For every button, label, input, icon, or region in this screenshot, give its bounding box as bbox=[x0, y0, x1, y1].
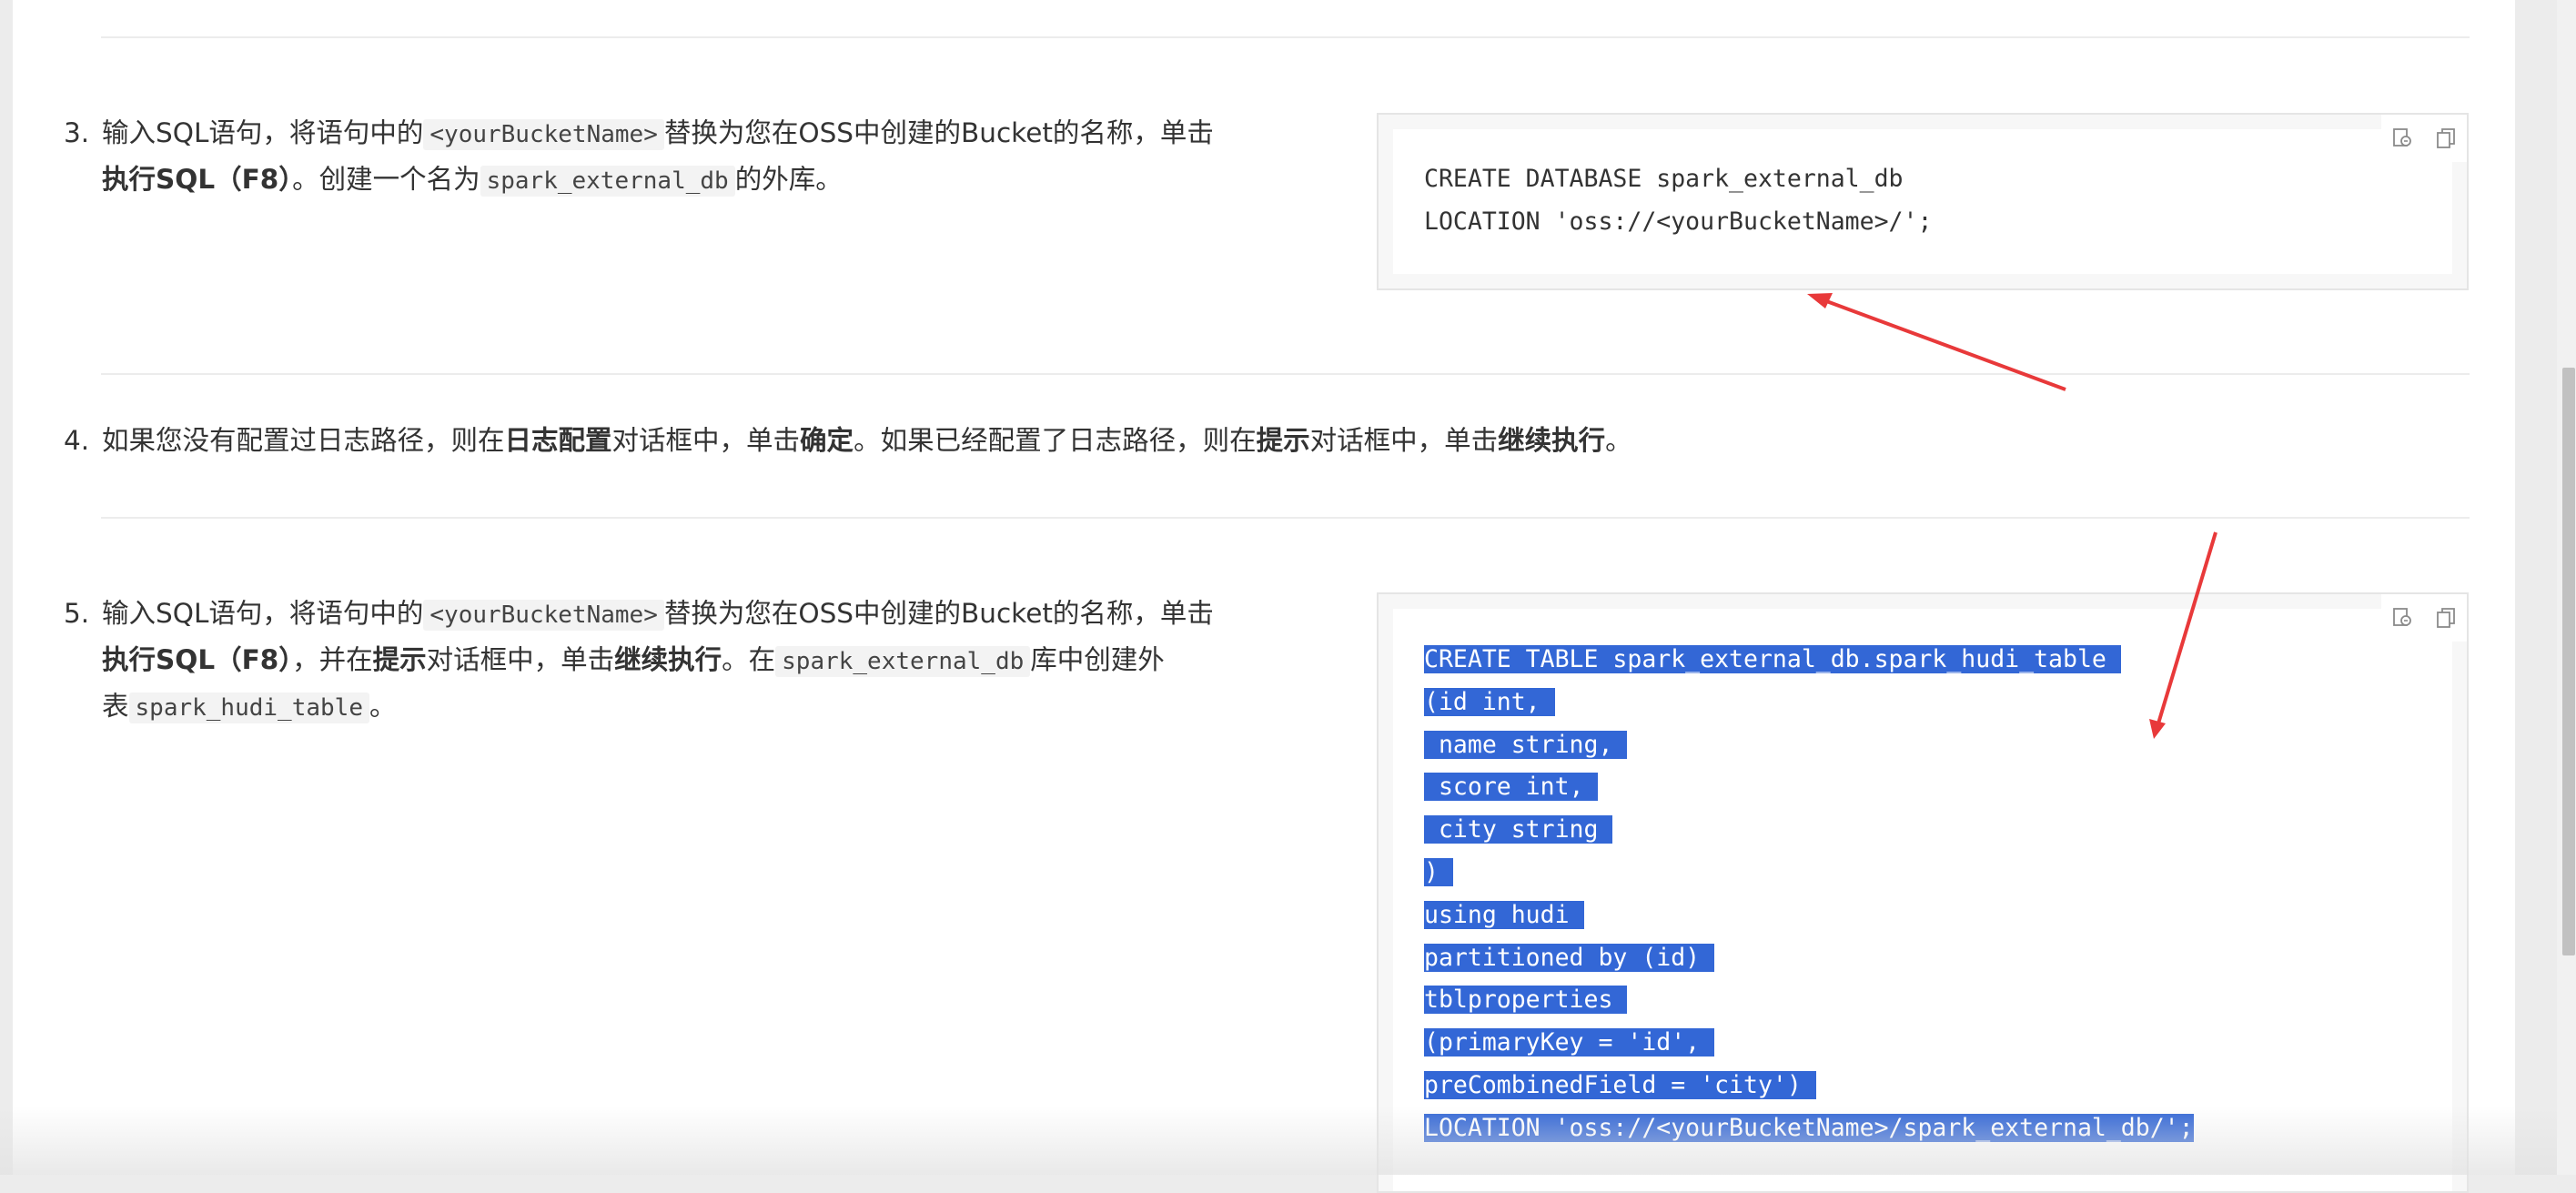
inline-code: spark_hudi_table bbox=[128, 693, 369, 723]
step-line: 输入SQL语句，将语句中的 <yourBucketName> 替换为您在OSS中创建… bbox=[102, 111, 1339, 157]
copy-icon[interactable] bbox=[2424, 594, 2467, 642]
step-text-span: 。 bbox=[369, 691, 397, 722]
step-text-span: 。如果已经配置了日志路径，则在 bbox=[854, 425, 1257, 456]
code-line: city string bbox=[1424, 815, 1613, 844]
step-text: 输入SQL语句，将语句中的 <yourBucketName> 替换为您在OSS中创建… bbox=[102, 111, 1339, 204]
step-text-span: 。创建一个名为 bbox=[292, 164, 480, 195]
code-block-create-table: CREATE TABLE spark_external_db.spark_hud… bbox=[1377, 592, 2469, 1193]
divider bbox=[101, 373, 2470, 375]
code-text-selected[interactable]: CREATE TABLE spark_external_db.spark_hud… bbox=[1424, 639, 2194, 1150]
code-line: using hudi bbox=[1424, 900, 1584, 929]
step-text-span: 替换为您在OSS中创建的Bucket的名称，单击 bbox=[663, 598, 1214, 629]
step-text-span: 表 bbox=[102, 691, 129, 722]
step-number: 5. bbox=[64, 598, 90, 629]
code-line: partitioned by (id) bbox=[1424, 943, 1715, 972]
inline-code: <yourBucketName> bbox=[423, 119, 664, 150]
divider bbox=[101, 36, 2470, 38]
ui-term: 日志配置 bbox=[504, 425, 612, 456]
code-line: (primaryKey = 'id', bbox=[1424, 1028, 1715, 1057]
ui-term: 继续执行 bbox=[614, 644, 722, 675]
step-text-span: 对话框中，单击 bbox=[426, 644, 615, 675]
step-text-span: 对话框中，单击 bbox=[1309, 425, 1499, 456]
code-text[interactable]: CREATE DATABASE spark_external_db LOCATI… bbox=[1424, 158, 1932, 244]
step-text: 输入SQL语句，将语句中的 <yourBucketName> 替换为您在OSS中创建… bbox=[102, 591, 1339, 731]
code-line: tblproperties bbox=[1424, 986, 1628, 1015]
ui-term: 执行SQL（F8） bbox=[102, 644, 293, 675]
copy-icon[interactable] bbox=[2424, 115, 2467, 162]
code-line: LOCATION 'oss://<yourBucketName>/'; bbox=[1424, 207, 1933, 236]
copy-to-editor-icon[interactable] bbox=[2381, 594, 2424, 642]
code-toolbar bbox=[2381, 115, 2467, 162]
code-line: CREATE TABLE spark_external_db.spark_hud… bbox=[1424, 645, 2121, 673]
ui-term: 提示 bbox=[1256, 425, 1310, 456]
copy-to-editor-icon[interactable] bbox=[2381, 115, 2424, 162]
ui-term: 执行SQL（F8） bbox=[102, 164, 293, 195]
code-line: LOCATION 'oss://<yourBucketName>/spark_e… bbox=[1424, 1113, 2194, 1142]
scrollbar-thumb[interactable] bbox=[2562, 368, 2575, 955]
step-text-span: 的外库。 bbox=[734, 164, 843, 195]
step-text-span: 输入SQL语句，将语句中的 bbox=[102, 598, 424, 629]
code-line: ) bbox=[1424, 857, 1453, 886]
code-line: (id int, bbox=[1424, 687, 1555, 716]
divider bbox=[101, 517, 2470, 519]
inline-code: spark_external_db bbox=[775, 646, 1031, 677]
step-number: 3. bbox=[64, 117, 90, 148]
step-line: 执行SQL（F8），并在提示对话框中，单击继续执行。在 spark_externa… bbox=[102, 638, 1339, 684]
step-text-span: 。在 bbox=[722, 644, 776, 675]
step-line: 输入SQL语句，将语句中的 <yourBucketName> 替换为您在OSS中创建… bbox=[102, 591, 1339, 638]
ui-term: 提示 bbox=[372, 644, 427, 675]
step-text-span: 如果您没有配置过日志路径，则在 bbox=[102, 425, 505, 456]
code-line: name string, bbox=[1424, 730, 1628, 759]
step-text-span: 对话框中，单击 bbox=[611, 425, 801, 456]
step-text-span: 输入SQL语句，将语句中的 bbox=[102, 117, 424, 148]
step-text: 如果您没有配置过日志路径，则在日志配置对话框中，单击确定。如果已经配置了日志路径… bbox=[102, 419, 1831, 463]
code-line: score int, bbox=[1424, 773, 1599, 802]
step-text-span: 。 bbox=[1605, 425, 1632, 456]
code-line: CREATE DATABASE spark_external_db bbox=[1424, 165, 1904, 193]
step-text-span: 库中创建外 bbox=[1030, 644, 1165, 675]
ui-term: 确定 bbox=[800, 425, 854, 456]
step-line: 表 spark_hudi_table。 bbox=[102, 684, 1339, 731]
inline-code: <yourBucketName> bbox=[423, 600, 664, 631]
step-text-span: 替换为您在OSS中创建的Bucket的名称，单击 bbox=[663, 117, 1214, 148]
code-toolbar bbox=[2381, 594, 2467, 642]
code-line: preCombinedField = 'city') bbox=[1424, 1070, 1816, 1099]
inline-code: spark_external_db bbox=[480, 166, 735, 197]
step-number: 4. bbox=[64, 425, 90, 456]
step-text-span: ，并在 bbox=[292, 644, 373, 675]
ui-term: 继续执行 bbox=[1498, 425, 1606, 456]
code-block-create-database: CREATE DATABASE spark_external_db LOCATI… bbox=[1377, 113, 2469, 290]
step-line: 执行SQL（F8）。创建一个名为 spark_external_db 的外库。 bbox=[102, 157, 1339, 204]
